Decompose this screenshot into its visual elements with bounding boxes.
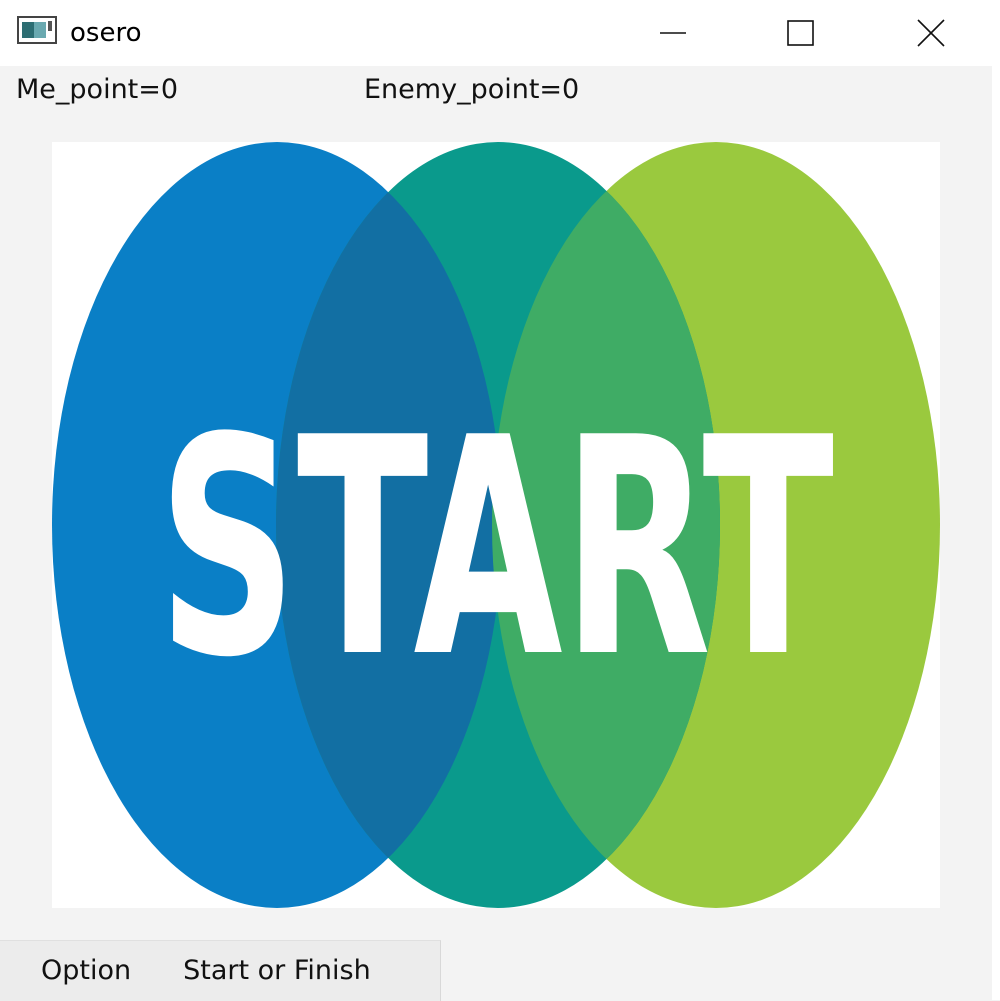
close-button[interactable] bbox=[866, 0, 996, 66]
start-text: START bbox=[158, 374, 835, 723]
minimize-icon bbox=[660, 32, 686, 34]
menu-bar: Option Start or Finish bbox=[0, 940, 441, 1001]
start-image[interactable]: START bbox=[52, 142, 940, 908]
maximize-icon bbox=[787, 20, 814, 46]
app-icon bbox=[17, 16, 57, 44]
title-bar[interactable]: osero bbox=[0, 0, 992, 66]
maximize-button[interactable] bbox=[736, 0, 866, 66]
window-title: osero bbox=[70, 18, 142, 48]
menu-option[interactable]: Option bbox=[0, 942, 163, 1000]
enemy-point-label: Enemy_point=0 bbox=[364, 74, 580, 105]
menu-start-or-finish[interactable]: Start or Finish bbox=[163, 942, 391, 1000]
close-icon bbox=[917, 19, 945, 47]
minimize-button[interactable] bbox=[608, 0, 738, 66]
window-border bbox=[992, 0, 1000, 1000]
me-point-label: Me_point=0 bbox=[16, 74, 179, 105]
